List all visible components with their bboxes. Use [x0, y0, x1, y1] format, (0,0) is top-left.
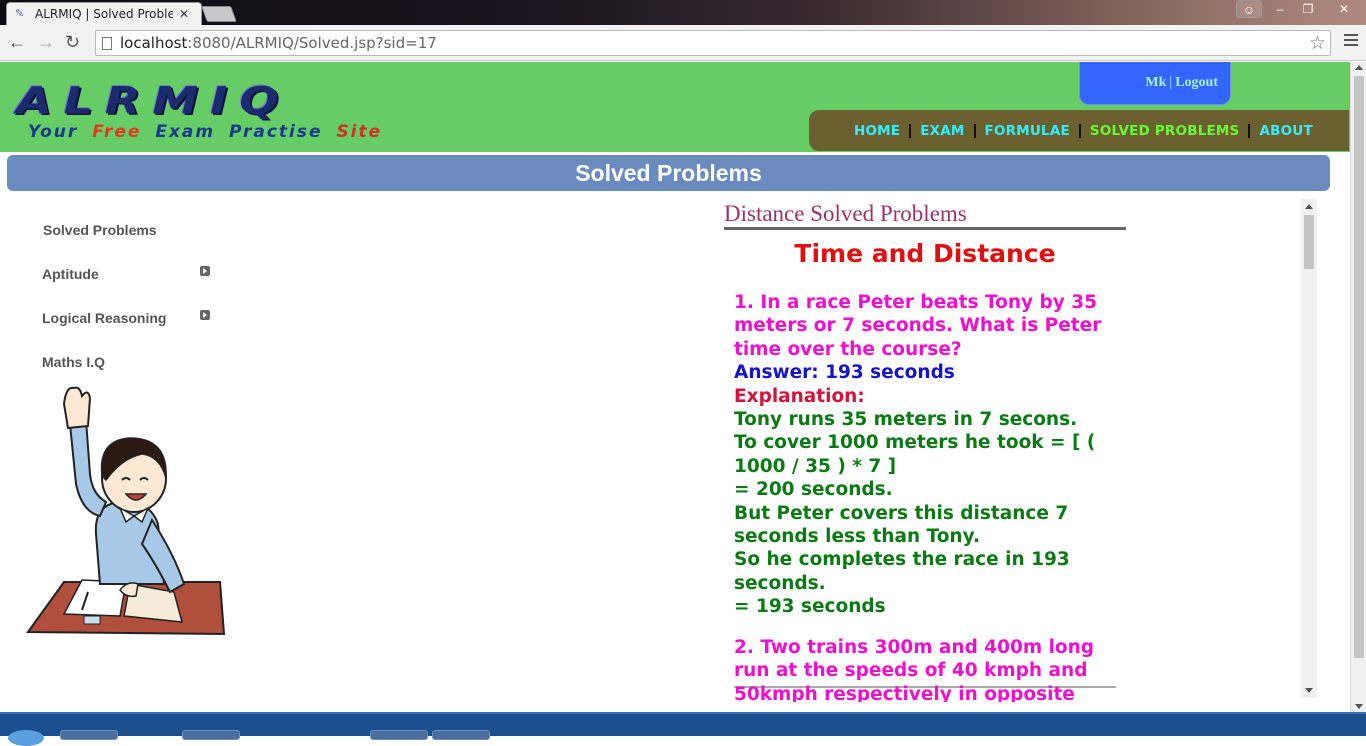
scroll-thumb[interactable] [1304, 215, 1314, 269]
tagline-word: Practise [229, 122, 323, 142]
bookmark-star-icon[interactable]: ☆ [1309, 32, 1326, 55]
tab-close-icon[interactable]: ✕ [179, 7, 189, 21]
section-heading: Distance Solved Problems [724, 201, 1126, 230]
maximize-icon[interactable]: ❐ [1294, 0, 1322, 18]
scroll-up-icon[interactable] [1355, 65, 1363, 70]
minimize-icon[interactable]: – [1266, 0, 1294, 18]
taskbar-app-button[interactable] [432, 730, 490, 740]
sidebar-item-maths-iq[interactable]: Maths I.Q [42, 354, 105, 370]
problem-answer: Answer: 193 seconds [734, 362, 955, 384]
tagline-word: Site [336, 122, 383, 142]
tab-title: ALRMIQ | Solved Problems [35, 7, 173, 21]
scroll-down-icon[interactable] [1305, 688, 1313, 693]
scroll-down-icon[interactable] [1355, 704, 1363, 709]
panel-scrollbar[interactable] [1301, 199, 1317, 698]
logout-link[interactable]: Logout [1175, 75, 1218, 90]
window-close-icon[interactable]: ✕ [1322, 0, 1366, 18]
nav-about[interactable]: ABOUT [1259, 123, 1312, 139]
taskbar-app-button[interactable] [60, 730, 118, 740]
nav-divider [1248, 123, 1251, 138]
page-viewport: ALRMIQ Your Free Exam Practise Site Mk | L… [0, 62, 1366, 712]
new-tab-button[interactable] [201, 6, 237, 22]
explanation-line: But Peter covers this distance 7 seconds… [734, 502, 1069, 548]
submenu-arrow-icon[interactable] [200, 266, 210, 276]
forward-arrow-icon[interactable]: → [37, 32, 55, 53]
site-header: ALRMIQ Your Free Exam Practise Site Mk | L… [0, 62, 1350, 152]
nav-divider [909, 123, 912, 138]
url-host: localhost [120, 34, 188, 52]
nav-formulae[interactable]: FORMULAE [985, 123, 1070, 139]
explanation-line: Tony runs 35 meters in 7 secons. [734, 409, 1078, 431]
problem-2: 2. Two trains 300m and 400m long run at … [734, 636, 1119, 702]
scroll-thumb[interactable] [1354, 76, 1364, 658]
nav-exam[interactable]: EXAM [920, 123, 964, 139]
tagline-word: Free [92, 122, 142, 142]
username-link[interactable]: Mk [1145, 75, 1166, 90]
tagline-word: Your [28, 122, 79, 142]
nav-divider [1078, 123, 1081, 138]
explanation-line: To cover 1000 meters he took = [ ( 1000 … [734, 432, 1096, 477]
browser-menu-icon[interactable] [1344, 34, 1358, 46]
site-logo[interactable]: ALRMIQ Your Free Exam Practise Site [16, 78, 526, 144]
logo-tagline: Your Free Exam Practise Site [28, 122, 382, 142]
browser-toolbar: ← → ↻ localhost:8080/ALRMIQ/Solved.jsp?s… [0, 25, 1366, 61]
start-button[interactable] [8, 730, 44, 746]
taskbar-app-button[interactable] [370, 730, 428, 740]
reload-icon[interactable]: ↻ [65, 32, 80, 53]
address-bar[interactable]: localhost:8080/ALRMIQ/Solved.jsp?sid=17 … [95, 30, 1331, 56]
favicon-icon: ✎ [15, 8, 25, 20]
explanation-line: = 200 seconds. [734, 479, 893, 501]
profile-icon[interactable]: ☺ [1236, 0, 1262, 18]
nav-divider [973, 123, 976, 138]
sidebar-item-solved-problems[interactable]: Solved Problems [43, 222, 157, 238]
user-panel: Mk | Logout [1079, 62, 1231, 105]
sidebar-item-logical-reasoning[interactable]: Logical Reasoning [42, 310, 166, 326]
page-title: Solved Problems [7, 155, 1330, 191]
scroll-up-icon[interactable] [1305, 204, 1313, 209]
browser-tab[interactable]: ✎ ALRMIQ | Solved Problems ✕ [6, 2, 202, 25]
submenu-arrow-icon[interactable] [200, 310, 210, 320]
problems-content: Distance Solved Problems Time and Distan… [724, 199, 1301, 702]
window-controls: ☺ – ❐ ✕ [1236, 0, 1366, 18]
tagline-word: Exam [155, 122, 216, 142]
nav-solved-problems[interactable]: SOLVED PROBLEMS [1090, 123, 1240, 139]
explanation-line: = 193 seconds [734, 596, 886, 618]
page-scrollbar[interactable] [1350, 62, 1366, 712]
nav-home[interactable]: HOME [854, 123, 900, 139]
problems-panel[interactable]: Distance Solved Problems Time and Distan… [724, 199, 1317, 702]
problem-question: 2. Two trains 300m and 400m long run at … [734, 637, 1095, 702]
page-icon [102, 36, 112, 50]
os-taskbar [0, 712, 1366, 746]
browser-tab-strip: ✎ ALRMIQ | Solved Problems ✕ ☺ – ❐ ✕ [0, 0, 1366, 25]
taskbar-app-button[interactable] [182, 730, 240, 740]
explanation-line: So he completes the race in 193 seconds. [734, 549, 1070, 594]
user-separator: | [1169, 75, 1173, 90]
main-nav: HOME EXAM FORMULAE SOLVED PROBLEMS ABOUT [809, 110, 1349, 151]
explanation-label: Explanation: [734, 385, 865, 407]
problem-1: 1. In a race Peter beats Tony by 35 mete… [734, 291, 1119, 619]
url-path: :8080/ALRMIQ/Solved.jsp?sid=17 [187, 34, 437, 52]
student-illustration [26, 386, 226, 636]
back-arrow-icon[interactable]: ← [8, 32, 26, 53]
problem-question: 1. In a race Peter beats Tony by 35 mete… [734, 292, 1102, 360]
logo-wordmark: ALRMIQ [16, 78, 291, 123]
topic-title: Time and Distance [794, 239, 1056, 268]
sidebar-item-aptitude[interactable]: Aptitude [42, 266, 99, 282]
